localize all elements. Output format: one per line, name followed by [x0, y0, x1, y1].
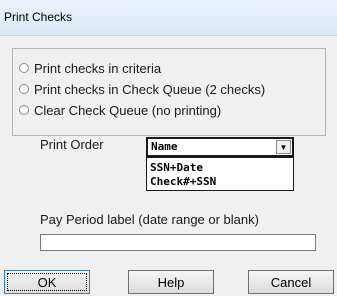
- pay-period-input[interactable]: [40, 234, 316, 251]
- radio-print-criteria[interactable]: Print checks in criteria: [19, 59, 161, 77]
- radio-circle-icon: [19, 105, 29, 115]
- print-order-selected-value: Name: [151, 140, 178, 153]
- ok-button[interactable]: OK: [4, 270, 90, 294]
- pay-period-label: Pay Period label (date range or blank): [40, 212, 259, 227]
- radio-label: Print checks in Check Queue (2 checks): [34, 81, 266, 97]
- radio-label: Print checks in criteria: [34, 60, 162, 76]
- help-button[interactable]: Help: [128, 270, 214, 294]
- radio-label: Clear Check Queue (no printing): [34, 102, 222, 118]
- print-order-select[interactable]: Name ▼: [146, 137, 294, 157]
- print-order-dropdown-list[interactable]: SSN+Date Check#+SSN: [146, 157, 294, 191]
- title-bar: Print Checks: [0, 0, 337, 36]
- dropdown-option-check-ssn[interactable]: Check#+SSN: [150, 175, 216, 188]
- radio-print-check-queue[interactable]: Print checks in Check Queue (2 checks): [19, 80, 265, 98]
- radio-circle-icon: [19, 63, 29, 73]
- print-order-label: Print Order: [40, 137, 104, 152]
- radio-circle-icon: [19, 84, 29, 94]
- dropdown-option-ssn-date[interactable]: SSN+Date: [150, 161, 203, 174]
- cancel-button[interactable]: Cancel: [248, 270, 334, 294]
- print-options-group: Print checks in criteria Print checks in…: [12, 48, 326, 136]
- radio-clear-check-queue[interactable]: Clear Check Queue (no printing): [19, 101, 221, 119]
- chevron-down-icon[interactable]: ▼: [276, 140, 291, 154]
- window-title: Print Checks: [4, 10, 73, 24]
